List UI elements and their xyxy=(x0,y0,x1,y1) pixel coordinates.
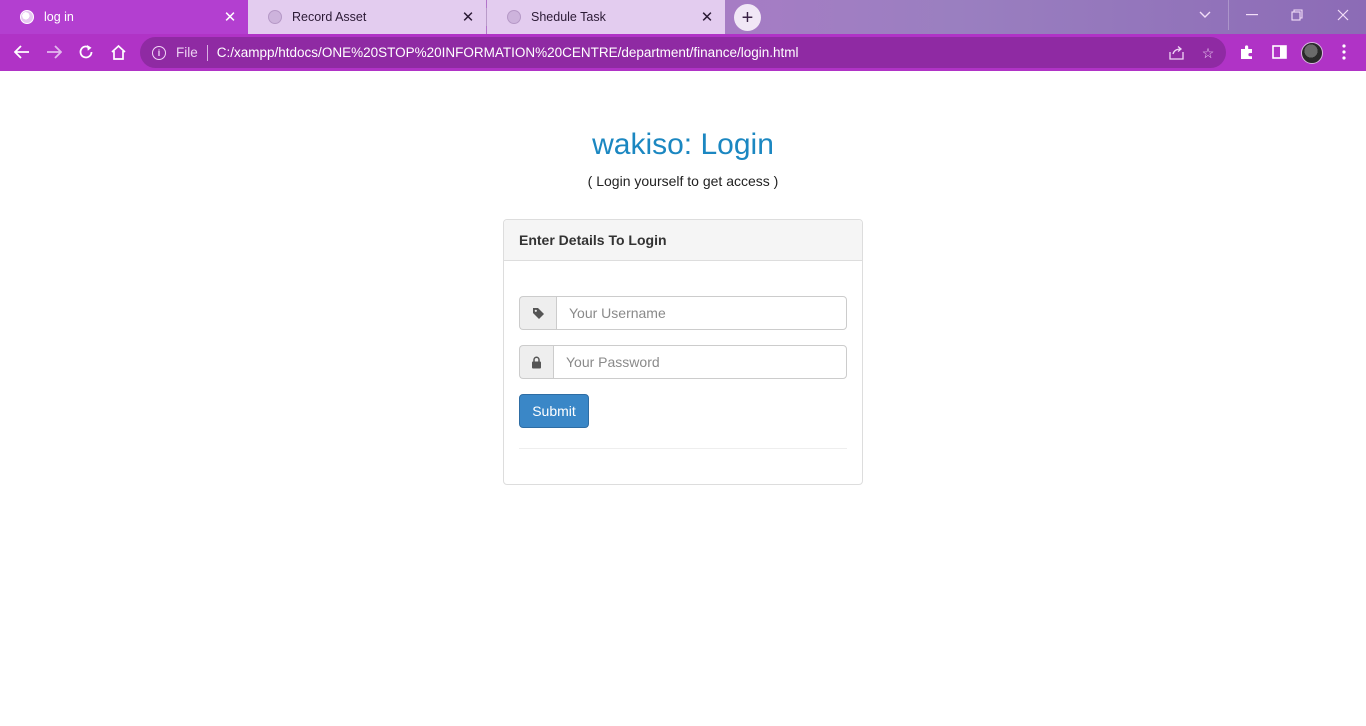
tag-icon xyxy=(519,296,556,330)
kebab-menu-icon xyxy=(1342,44,1346,60)
info-icon[interactable]: i xyxy=(152,45,166,60)
lock-icon xyxy=(519,345,553,379)
address-separator xyxy=(206,44,208,61)
tab-strip: log in ✕ Record Asset ✕ Shedule Task ✕ + xyxy=(0,0,1366,34)
side-panel-button[interactable] xyxy=(1265,38,1293,66)
address-bar[interactable]: i File C:/xampp/htdocs/ONE%20STOP%20INFO… xyxy=(140,37,1226,68)
tab-title: Record Asset xyxy=(292,10,367,24)
password-group xyxy=(519,345,847,379)
divider xyxy=(519,448,847,449)
submit-button[interactable]: Submit xyxy=(519,394,589,428)
puzzle-icon xyxy=(1241,45,1252,59)
new-tab-button[interactable]: + xyxy=(734,4,761,31)
globe-icon xyxy=(507,10,521,24)
close-window-button[interactable] xyxy=(1320,0,1366,30)
back-button[interactable] xyxy=(8,38,36,66)
close-icon[interactable]: ✕ xyxy=(699,9,715,25)
minimize-button[interactable] xyxy=(1228,0,1274,30)
page-title: wakiso: Login xyxy=(592,128,774,161)
star-icon[interactable]: ☆ xyxy=(1199,44,1217,62)
arrow-left-icon xyxy=(14,45,29,59)
url-text[interactable]: C:/xampp/htdocs/ONE%20STOP%20INFORMATION… xyxy=(217,45,799,60)
scheme-label: File xyxy=(176,45,198,60)
side-panel-icon xyxy=(1271,45,1287,59)
tab-shedule-task[interactable]: Shedule Task ✕ xyxy=(487,0,725,34)
close-icon[interactable]: ✕ xyxy=(460,9,476,25)
extensions-button[interactable] xyxy=(1233,38,1261,66)
globe-icon xyxy=(20,10,34,24)
tab-record-asset[interactable]: Record Asset ✕ xyxy=(248,0,486,34)
tab-title: log in xyxy=(44,10,74,24)
plus-icon: + xyxy=(741,6,754,29)
avatar[interactable] xyxy=(1301,42,1323,64)
username-group xyxy=(519,296,847,330)
username-input[interactable] xyxy=(556,296,847,330)
tab-login[interactable]: log in ✕ xyxy=(0,0,248,34)
home-icon xyxy=(110,44,126,60)
page-subtitle: ( Login yourself to get access ) xyxy=(587,173,779,189)
restore-button[interactable] xyxy=(1274,0,1320,30)
panel-heading: Enter Details To Login xyxy=(504,220,862,261)
tab-search-button[interactable] xyxy=(1182,0,1228,30)
forward-button[interactable] xyxy=(40,38,68,66)
tab-title: Shedule Task xyxy=(531,10,606,24)
reload-button[interactable] xyxy=(72,38,100,66)
home-button[interactable] xyxy=(104,38,132,66)
login-panel: Enter Details To Login Submit xyxy=(503,219,863,485)
browser-menu-button[interactable] xyxy=(1330,38,1358,66)
close-icon[interactable]: ✕ xyxy=(222,9,238,25)
share-icon[interactable] xyxy=(1167,44,1185,62)
globe-icon xyxy=(268,10,282,24)
minimize-icon xyxy=(1245,14,1258,16)
close-icon xyxy=(1337,9,1349,21)
arrow-right-icon xyxy=(47,45,62,59)
chevron-down-icon xyxy=(1199,11,1211,18)
password-input[interactable] xyxy=(553,345,847,379)
restore-icon xyxy=(1291,9,1303,21)
browser-toolbar: i File C:/xampp/htdocs/ONE%20STOP%20INFO… xyxy=(0,34,1366,71)
reload-icon xyxy=(79,45,93,59)
